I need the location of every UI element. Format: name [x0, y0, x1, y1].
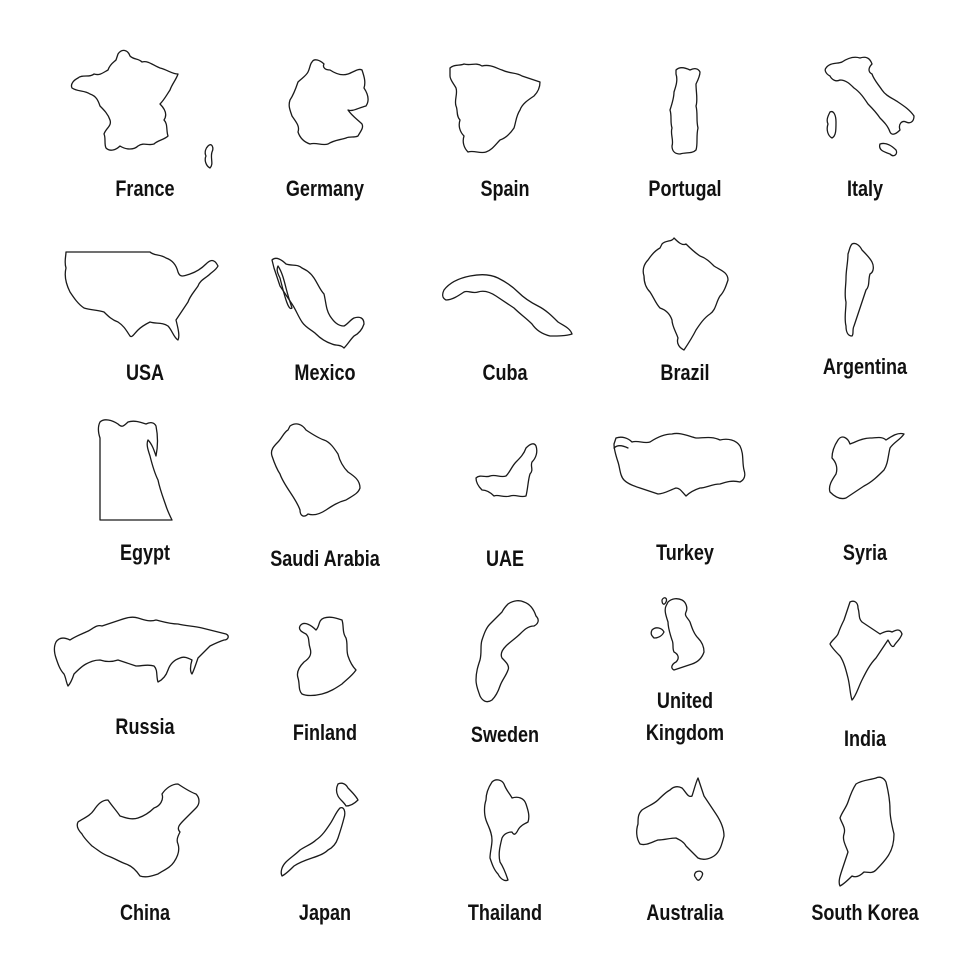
country-argentina: Argentina — [780, 230, 950, 400]
country-label: UAE — [485, 546, 525, 571]
france-outline-icon — [70, 49, 214, 169]
country-label: Spain — [480, 176, 530, 201]
usa-outline-icon — [64, 251, 219, 341]
spain-outline-icon — [449, 63, 541, 154]
country-united-kingdom: United Kingdom — [600, 580, 770, 760]
mexico-outline-icon — [271, 257, 365, 349]
country-label: Egypt — [119, 540, 171, 565]
country-mexico: Mexico — [240, 230, 410, 400]
united-kingdom-outline-icon — [650, 597, 705, 671]
egypt-outline-icon — [97, 419, 173, 521]
country-uae: UAE — [420, 410, 590, 580]
saudi-arabia-outline-icon — [270, 423, 361, 517]
brazil-outline-icon — [642, 237, 729, 351]
country-label: South Korea — [811, 900, 919, 925]
country-japan: Japan — [240, 770, 410, 940]
sweden-outline-icon — [475, 600, 539, 703]
country-france: France — [60, 40, 230, 210]
turkey-outline-icon — [613, 432, 746, 497]
country-label: Germany — [285, 176, 365, 201]
country-sweden: Sweden — [420, 590, 590, 760]
country-label: Turkey — [656, 540, 714, 565]
country-thailand: Thailand — [420, 770, 590, 940]
country-germany: Germany — [240, 40, 410, 210]
country-usa: USA — [60, 230, 230, 400]
country-label: USA — [125, 360, 165, 385]
country-spain: Spain — [420, 40, 590, 210]
country-label: Japan — [298, 900, 352, 925]
china-outline-icon — [76, 783, 200, 878]
finland-outline-icon — [296, 616, 357, 697]
italy-outline-icon — [824, 56, 915, 157]
country-india: India — [780, 590, 950, 760]
syria-outline-icon — [828, 432, 905, 500]
country-label: Cuba — [482, 360, 528, 385]
country-saudi-arabia: Saudi Arabia — [240, 410, 410, 580]
country-label: Argentina — [822, 354, 908, 379]
country-portugal: Portugal — [600, 40, 770, 210]
country-australia: Australia — [600, 770, 770, 940]
portugal-outline-icon — [669, 67, 701, 155]
country-label: China — [119, 900, 171, 925]
country-south-korea: South Korea — [780, 770, 950, 940]
country-label: France — [115, 176, 175, 201]
country-label: Finland — [292, 720, 358, 745]
thailand-outline-icon — [483, 779, 530, 882]
japan-outline-icon — [280, 782, 359, 877]
country-label: Russia — [115, 714, 175, 739]
country-label: Thailand — [467, 900, 543, 925]
country-label: Syria — [842, 540, 888, 565]
argentina-outline-icon — [844, 242, 874, 337]
country-label: Saudi Arabia — [270, 546, 380, 571]
country-finland: Finland — [240, 590, 410, 760]
country-label: United — [656, 688, 714, 713]
country-egypt: Egypt — [60, 410, 230, 580]
cuba-outline-icon — [442, 274, 573, 337]
country-label: Mexico — [294, 360, 356, 385]
germany-outline-icon — [288, 59, 369, 146]
country-italy: Italy — [780, 40, 950, 210]
country-label: Italy — [846, 176, 884, 201]
australia-outline-icon — [636, 777, 725, 881]
uae-outline-icon — [475, 443, 538, 498]
russia-outline-icon — [53, 616, 229, 687]
country-label-line2: Kingdom — [645, 720, 725, 745]
country-cuba: Cuba — [420, 230, 590, 400]
country-russia: Russia — [50, 590, 240, 760]
country-brazil: Brazil — [600, 230, 770, 400]
india-outline-icon — [829, 600, 903, 701]
country-label: India — [843, 726, 887, 751]
country-syria: Syria — [780, 410, 950, 580]
country-label: Portugal — [648, 176, 722, 201]
country-label: Brazil — [660, 360, 710, 385]
country-turkey: Turkey — [600, 410, 770, 580]
south-korea-outline-icon — [838, 776, 895, 887]
country-label: Sweden — [470, 722, 540, 747]
country-label: Australia — [646, 900, 724, 925]
country-china: China — [60, 770, 230, 940]
